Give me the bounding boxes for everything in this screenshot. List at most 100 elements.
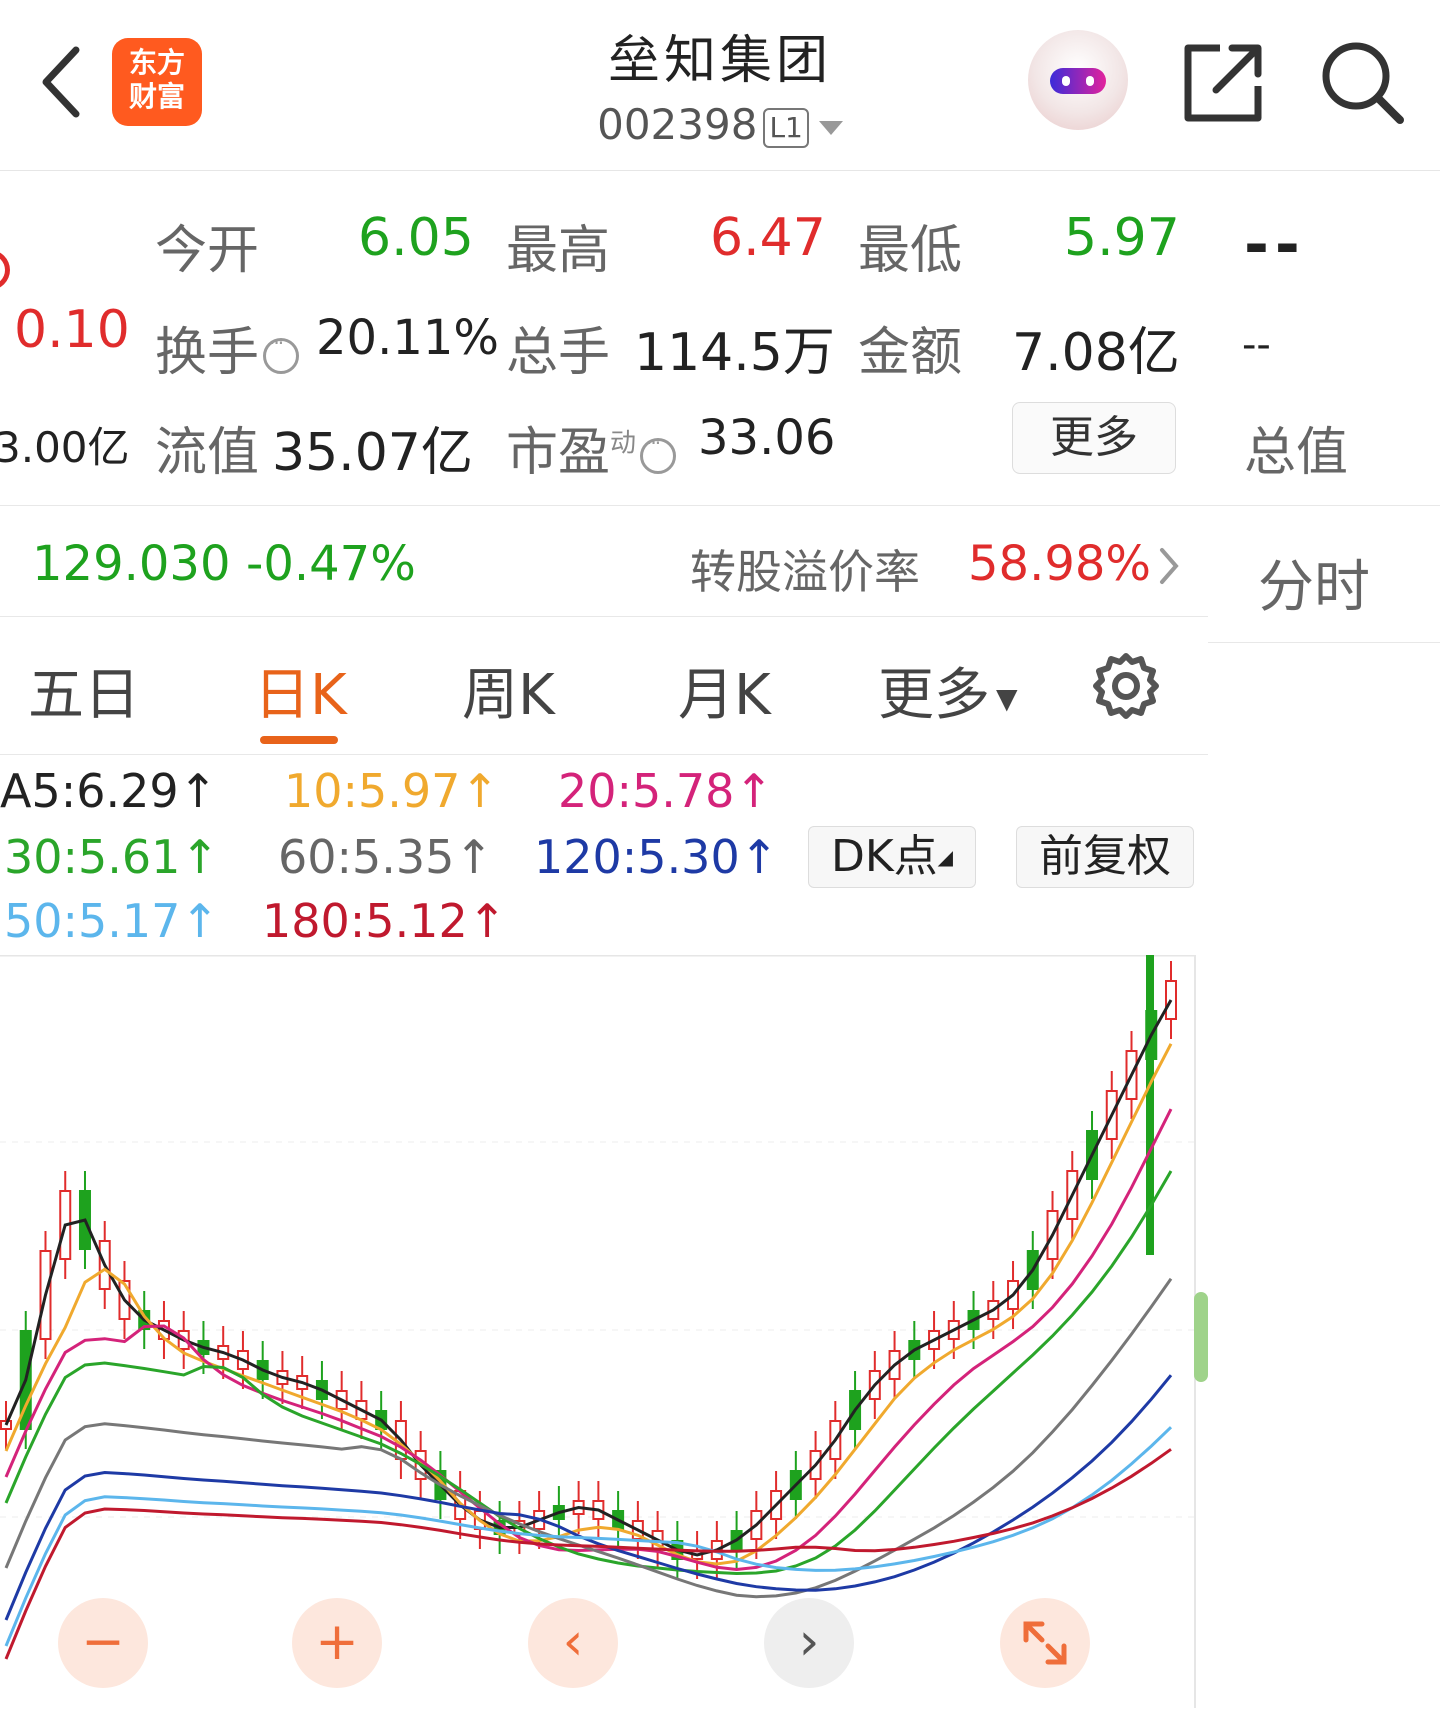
arrow-up-icon: ↑: [454, 830, 493, 884]
tab-more-label: 更多: [878, 663, 990, 728]
arrow-up-icon: ↑: [739, 830, 779, 884]
float-cap-value: 35.07亿: [272, 423, 473, 483]
total-cap-fragment: 3.00亿: [0, 423, 130, 472]
ma5-value: A5:6.29: [0, 764, 179, 818]
pe-label-text: 市盈: [506, 423, 611, 483]
top-bar: 东方 财富 垒知集团 002398 L1: [0, 0, 1440, 171]
right-change-placeholder: --: [1242, 322, 1271, 368]
share-button[interactable]: [1180, 40, 1266, 126]
caret-down-icon: ▼: [996, 682, 1018, 716]
ma20-value: 20:5.78: [558, 764, 735, 818]
ma-line-0: [4, 999, 1173, 1557]
kline-chart[interactable]: [0, 955, 1196, 1708]
arrow-up-icon: ↑: [734, 764, 773, 818]
ma120-value: 120:5.30: [534, 830, 740, 884]
arrow-up-icon: ↑: [180, 894, 219, 948]
search-button[interactable]: [1318, 38, 1406, 126]
back-button[interactable]: [36, 42, 86, 122]
scroll-right-button[interactable]: ›: [764, 1598, 854, 1688]
premium-value: 58.98%: [968, 536, 1152, 592]
tab-more[interactable]: 更多 ▼: [878, 650, 1018, 731]
low-value: 5.97: [1064, 208, 1180, 268]
dk-point-button[interactable]: DK点◢: [808, 826, 976, 888]
pe-superscript: 动: [610, 428, 637, 459]
tab-five-day[interactable]: 五日: [28, 650, 140, 731]
ma10-value: 10:5.97: [284, 764, 461, 818]
ma30-legend: 30:5.61↑: [4, 830, 219, 884]
pe-label[interactable]: 市盈动: [506, 410, 680, 485]
right-price-placeholder: --: [1244, 210, 1306, 280]
corner-triangle-icon: ◢: [937, 845, 954, 869]
ma30-value: 30:5.61: [4, 830, 181, 884]
stock-name: 垒知集团: [607, 31, 832, 91]
amount-label: 金额: [858, 323, 963, 383]
ma20-legend: 20:5.78↑: [558, 764, 773, 818]
zoom-in-button[interactable]: +: [292, 1598, 382, 1688]
info-icon[interactable]: [263, 331, 300, 374]
arrow-up-icon: ↑: [460, 764, 499, 818]
tab-day-k[interactable]: 日K: [254, 650, 347, 731]
turnover-label-text: 换手: [155, 323, 260, 383]
ma60-value: 60:5.35: [278, 830, 455, 884]
settings-gear-icon[interactable]: [1090, 650, 1162, 722]
chevron-right-icon: [1160, 548, 1179, 584]
expand-arrows-icon: [1023, 1621, 1067, 1665]
turnover-label[interactable]: 换手: [155, 310, 303, 385]
more-button[interactable]: 更多: [1012, 402, 1176, 474]
right-total-label: 总值: [1244, 423, 1349, 483]
arrow-up-icon: ↑: [180, 830, 219, 884]
ma180-legend: 180:5.12↑: [262, 894, 506, 948]
ma250-value: 50:5.17: [4, 894, 181, 948]
ma180-value: 180:5.12: [262, 894, 468, 948]
stock-code-row[interactable]: 002398 L1: [520, 100, 920, 149]
tab-month-k[interactable]: 月K: [678, 650, 771, 731]
ai-assistant-robot-icon[interactable]: [1028, 30, 1128, 130]
chevron-left-icon: [42, 46, 80, 118]
info-icon[interactable]: [640, 431, 677, 474]
bond-price: 129.030: [32, 536, 231, 592]
pe-value: 33.06: [698, 410, 836, 466]
active-tab-indicator: [260, 736, 338, 744]
zoom-out-button[interactable]: −: [58, 1598, 148, 1688]
high-label: 最高: [506, 221, 611, 281]
logo-line-2: 财富: [128, 80, 185, 113]
low-label: 最低: [858, 221, 963, 281]
ma60-legend: 60:5.35↑: [278, 830, 493, 884]
divider: [0, 616, 1208, 617]
dk-point-label: DK点: [830, 831, 938, 882]
share-icon: [1184, 44, 1262, 122]
ma10-legend: 10:5.97↑: [284, 764, 499, 818]
convertible-bond-row[interactable]: 129.030 -0.47% 转股溢价率 58.98%: [0, 506, 1208, 616]
stock-code: 002398: [597, 100, 758, 149]
volume-label: 总手: [506, 323, 611, 383]
level-badge: L1: [763, 107, 809, 148]
scroll-left-button[interactable]: ‹: [528, 1598, 618, 1688]
volume-value: 114.5万: [634, 323, 835, 383]
amount-value: 7.08亿: [1012, 323, 1180, 383]
ma5-legend: A5:6.29↑: [0, 764, 217, 818]
open-label: 今开: [155, 221, 260, 281]
divider: [0, 754, 1208, 755]
logo-line-1: 东方: [128, 46, 185, 79]
divider: [1208, 642, 1440, 643]
premium-label: 转股溢价率: [690, 545, 920, 599]
price-change: 0.10: [14, 300, 130, 360]
chart-scroll-handle[interactable]: [1194, 1292, 1208, 1382]
arrow-up-icon: ↑: [467, 894, 507, 948]
float-cap-label: 流值: [155, 423, 260, 483]
arrow-up-icon: ↑: [178, 764, 218, 818]
fullscreen-button[interactable]: [1000, 1598, 1090, 1688]
ma250-legend: 50:5.17↑: [4, 894, 219, 948]
divider: [1208, 505, 1440, 506]
tab-week-k[interactable]: 周K: [462, 650, 555, 731]
ma120-legend: 120:5.30↑: [534, 830, 778, 884]
search-icon: [1322, 42, 1404, 124]
bond-change: -0.47%: [246, 536, 416, 592]
price-adjust-button[interactable]: 前复权: [1016, 826, 1194, 888]
left-price-fragment: [0, 250, 10, 290]
tab-intraday[interactable]: 分时: [1258, 542, 1370, 623]
turnover-value: 20.11%: [316, 310, 500, 366]
open-value: 6.05: [358, 208, 474, 268]
app-logo[interactable]: 东方 财富: [112, 38, 202, 126]
high-value: 6.47: [710, 208, 826, 268]
